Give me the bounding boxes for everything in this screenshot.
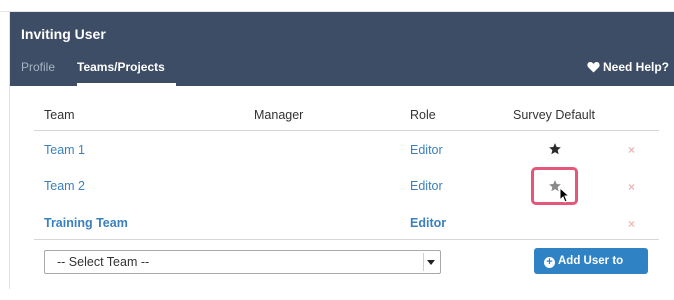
add-user-to-team-button[interactable]: + Add User to Team: [534, 248, 648, 293]
remove-button[interactable]: ×: [628, 217, 635, 231]
tab-profile[interactable]: Profile: [21, 60, 55, 74]
remove-button[interactable]: ×: [628, 143, 635, 157]
role-link[interactable]: Editor: [410, 179, 443, 193]
tab-teams-projects[interactable]: Teams/Projects: [77, 60, 165, 74]
table-header-divider: [34, 130, 659, 131]
role-link[interactable]: Editor: [410, 216, 446, 230]
filled-star-icon[interactable]: [548, 142, 562, 156]
select-team-value: -- Select Team --: [57, 255, 150, 269]
table-footer-divider: [34, 239, 659, 240]
team-link[interactable]: Team 1: [44, 143, 85, 157]
panel-header: Inviting User Profile Teams/Projects Nee…: [10, 12, 674, 86]
need-help-link[interactable]: Need Help?: [587, 60, 669, 74]
mouse-cursor-icon: [559, 187, 569, 203]
highlight-box: [531, 167, 578, 205]
active-tab-indicator: [77, 83, 176, 86]
column-header-role: Role: [410, 108, 436, 122]
heart-icon: [587, 61, 600, 73]
plus-circle-icon: +: [544, 257, 555, 268]
column-header-manager: Manager: [254, 108, 304, 122]
team-link[interactable]: Training Team: [44, 216, 128, 230]
need-help-label: Need Help?: [602, 60, 669, 74]
column-header-survey-default: Survey Default: [513, 108, 595, 122]
column-header-team: Team: [44, 108, 75, 122]
remove-button[interactable]: ×: [628, 180, 635, 194]
team-link[interactable]: Team 2: [44, 179, 85, 193]
role-link[interactable]: Editor: [410, 143, 443, 157]
select-team-dropdown[interactable]: -- Select Team --: [44, 250, 441, 274]
chevron-down-icon[interactable]: [423, 253, 438, 271]
page-title: Inviting User: [21, 26, 106, 42]
